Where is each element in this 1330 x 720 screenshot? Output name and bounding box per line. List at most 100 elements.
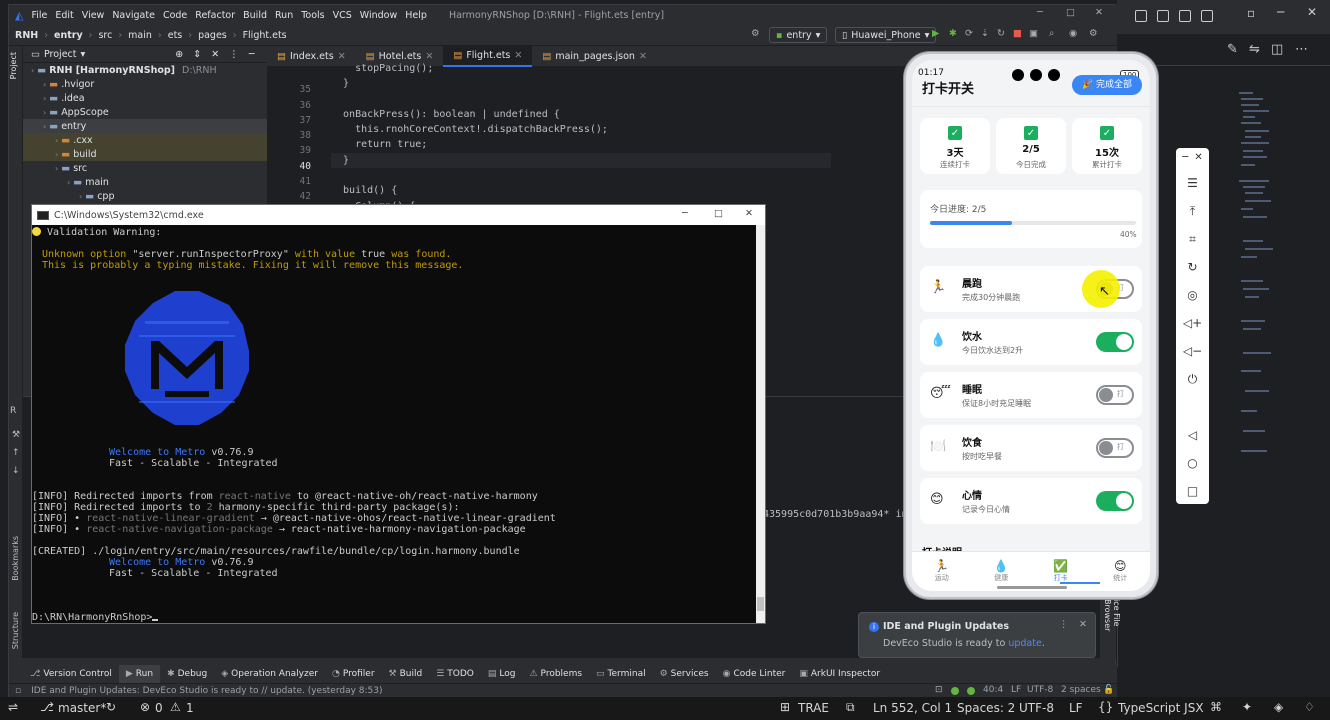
expand-arrow-icon[interactable]: ›	[43, 94, 46, 103]
up-icon[interactable]: ↑	[12, 448, 20, 458]
file-encoding[interactable]: UTF-8	[1027, 685, 1053, 695]
tree-item[interactable]: › ▬ build	[23, 147, 267, 161]
close-icon[interactable]: ✕	[745, 208, 753, 219]
notification-menu-icon[interactable]: ⋮	[1059, 619, 1069, 630]
layout-icon[interactable]	[1135, 10, 1147, 22]
stop-icon[interactable]: ■	[1013, 28, 1022, 39]
attach-icon[interactable]: ⇣	[981, 28, 989, 39]
extension-icon[interactable]: ⌘	[1210, 700, 1222, 714]
breadcrumb-item[interactable]: ets	[168, 30, 183, 41]
structure-tool-button[interactable]: Structure	[11, 612, 20, 649]
expand-arrow-icon[interactable]: ›	[79, 192, 82, 201]
panel-toggle-icon[interactable]: ▫	[15, 686, 21, 696]
tool-window-services[interactable]: ⚙ Services	[653, 665, 716, 683]
menu-item-build[interactable]: Build	[243, 10, 267, 21]
habit-toggle[interactable]: 打	[1096, 385, 1134, 405]
eol-status[interactable]: LF	[1069, 701, 1083, 715]
warning-count[interactable]: 1	[186, 701, 194, 715]
location-icon[interactable]: ◎	[1176, 288, 1209, 302]
search-icon[interactable]: ⌕	[1049, 28, 1054, 39]
indent-setting[interactable]: 2 spaces	[1061, 685, 1101, 695]
split-icon[interactable]	[1201, 10, 1213, 22]
trae-label[interactable]: TRAE	[798, 701, 829, 715]
minimize-icon[interactable]: ─	[1277, 5, 1284, 19]
tree-item[interactable]: › ▬ cpp	[23, 189, 267, 203]
expand-arrow-icon[interactable]: ›	[43, 108, 46, 117]
nav-tab[interactable]: 🏃 运动	[912, 556, 972, 583]
tree-item[interactable]: › ▬ .cxx	[23, 133, 267, 147]
menu-item-refactor[interactable]: Refactor	[195, 10, 235, 21]
tool-window-run[interactable]: ▶ Run	[118, 665, 161, 683]
encoding-status[interactable]: UTF-8	[1019, 701, 1054, 715]
sidebar-icon[interactable]	[1157, 10, 1169, 22]
tree-item[interactable]: › ▬ .idea	[23, 91, 267, 105]
menu-item-view[interactable]: View	[82, 10, 105, 21]
minimap[interactable]	[1237, 90, 1277, 490]
close-icon[interactable]: ✕	[1307, 5, 1317, 19]
run-config-selector[interactable]: ▪ entry ▾	[769, 27, 828, 43]
power-icon[interactable]: ⏻	[1176, 372, 1209, 387]
line-separator[interactable]: LF	[1011, 685, 1021, 695]
cursor-position-status[interactable]: Ln 552, Col 1	[873, 701, 952, 715]
lock-icon[interactable]: 🔓	[1103, 685, 1114, 695]
notification-close-icon[interactable]: ✕	[1079, 619, 1087, 630]
tool-window-debug[interactable]: ✱ Debug	[160, 665, 214, 683]
tree-item[interactable]: › ▬ main	[23, 175, 267, 189]
wrench-icon[interactable]: ⚒	[12, 430, 20, 440]
menu-item-run[interactable]: Run	[275, 10, 293, 21]
update-notification[interactable]: i IDE and Plugin Updates DevEco Studio i…	[858, 612, 1096, 658]
breadcrumb-item[interactable]: RNH	[15, 30, 38, 41]
tab-close-icon[interactable]: ✕	[639, 51, 647, 62]
error-count[interactable]: 0	[155, 701, 163, 715]
minimize-icon[interactable]: ─	[682, 208, 688, 219]
language-mode[interactable]: TypeScript JSX	[1118, 701, 1204, 715]
tab-close-icon[interactable]: ✕	[425, 51, 433, 62]
menu-item-tools[interactable]: Tools	[301, 10, 324, 21]
menu-item-vcs[interactable]: VCS	[333, 10, 352, 21]
expand-icon[interactable]: ✕	[211, 49, 219, 60]
compare-icon[interactable]: ⇋	[1249, 42, 1260, 57]
edit-icon[interactable]: ✎	[1227, 42, 1238, 57]
pin-top-icon[interactable]: ⤒	[1176, 204, 1209, 219]
tool-window-build[interactable]: ⚒ Build	[382, 665, 430, 683]
expand-arrow-icon[interactable]: ›	[55, 136, 58, 145]
bookmarks-tool-button[interactable]: Bookmarks	[11, 536, 20, 581]
volume-up-icon[interactable]: ◁+	[1176, 316, 1209, 330]
recents-icon[interactable]: □	[1176, 484, 1209, 498]
breadcrumb-item[interactable]: src	[98, 30, 112, 41]
nav-tab[interactable]: 💧 健康	[972, 556, 1032, 583]
tool-window-arkui-inspector[interactable]: ▣ ArkUI Inspector	[792, 665, 887, 683]
tree-item[interactable]: › ▬ src	[23, 161, 267, 175]
back-icon[interactable]: ◁	[1176, 428, 1209, 442]
panel-icon[interactable]	[1179, 10, 1191, 22]
home-icon[interactable]: ○	[1176, 456, 1209, 470]
notifications-icon[interactable]: ◈	[1274, 700, 1283, 714]
volume-down-icon[interactable]: ◁−	[1176, 344, 1209, 358]
rotate-icon[interactable]: ↻	[1176, 260, 1209, 274]
device-file-browser-tab[interactable]: ice File Browser	[1100, 597, 1121, 659]
options-icon[interactable]: ⋮	[229, 49, 239, 60]
habit-toggle[interactable]	[1096, 332, 1134, 352]
tree-item[interactable]: › ▬ entry	[23, 119, 267, 133]
habit-toggle[interactable]	[1096, 491, 1134, 511]
copilot-icon[interactable]: ⧉	[846, 700, 855, 715]
project-selector[interactable]: Project	[44, 49, 77, 60]
expand-arrow-icon[interactable]: ›	[43, 122, 46, 131]
expand-arrow-icon[interactable]: ›	[43, 80, 46, 89]
tree-item[interactable]: › ▬ RNH [HarmonyRNShop] D:\RNH	[23, 63, 267, 77]
cmd-output[interactable]: Validation Warning: Unknown option "serv…	[32, 225, 756, 623]
breadcrumb-item[interactable]: entry	[54, 30, 83, 41]
rerun-icon[interactable]: ↻	[997, 28, 1005, 39]
bell-icon[interactable]: ♢	[1304, 700, 1315, 714]
minimize-icon[interactable]: ─	[1037, 7, 1043, 18]
project-tool-button[interactable]: Project	[9, 52, 18, 79]
nav-tab[interactable]: ✅ 打卡	[1031, 556, 1091, 583]
sync-icon[interactable]: ↻	[106, 700, 116, 714]
tool-window-operation-analyzer[interactable]: ◈ Operation Analyzer	[214, 665, 325, 683]
breadcrumb-item[interactable]: Flight.ets	[243, 30, 287, 41]
tab-close-icon[interactable]: ✕	[338, 51, 346, 62]
tool-window-code-linter[interactable]: ◉ Code Linter	[716, 665, 793, 683]
minimize-icon[interactable]: ─ ✕	[1176, 152, 1209, 163]
menu-item-code[interactable]: Code	[163, 10, 187, 21]
breadcrumb-item[interactable]: main	[128, 30, 152, 41]
